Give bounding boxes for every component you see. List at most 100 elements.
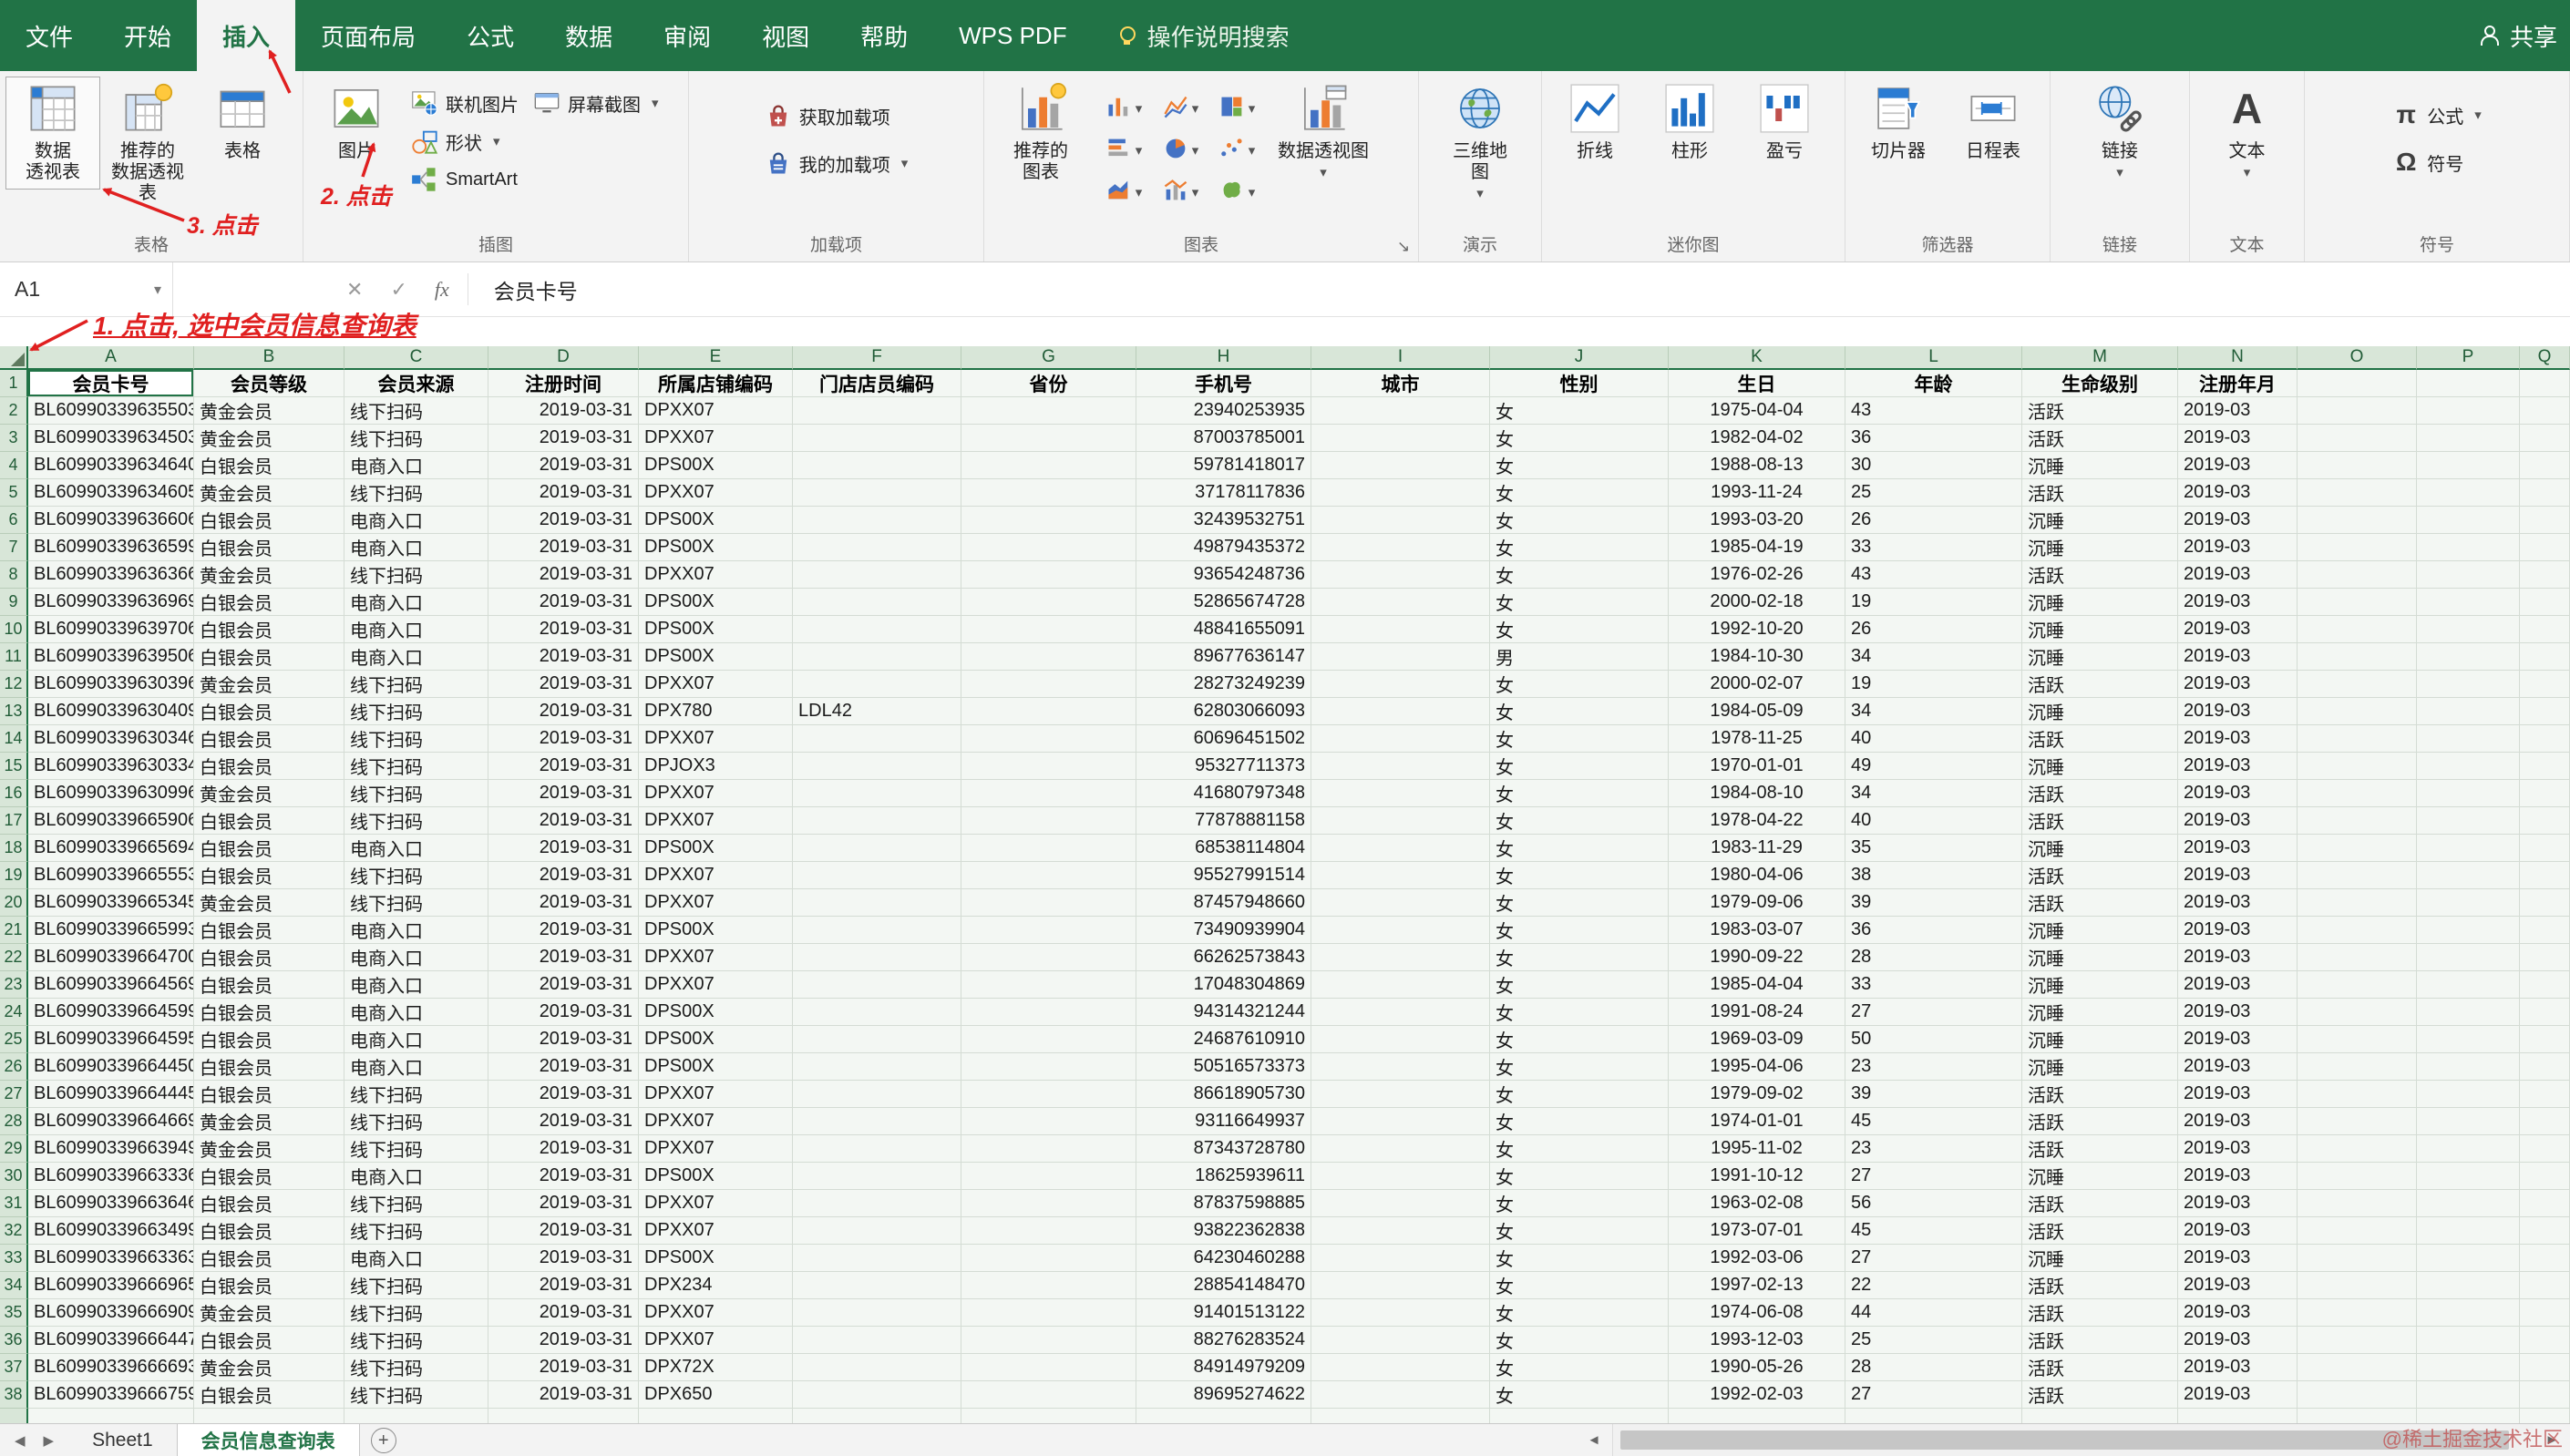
cell-Q35[interactable] (2520, 1299, 2570, 1327)
cell-O21[interactable] (2298, 917, 2417, 944)
cell-E30[interactable]: DPS00X (639, 1163, 793, 1190)
cell-A32[interactable]: BL60990339663499 (28, 1217, 194, 1245)
insert-hierarchy-chart-button[interactable]: ▾ (1208, 86, 1265, 128)
cell-C37[interactable]: 线下扫码 (344, 1354, 488, 1381)
cell-F37[interactable] (793, 1354, 961, 1381)
line-chart-dropdown-icon[interactable]: ▾ (1192, 102, 1199, 116)
cell-D28[interactable]: 2019-03-31 (488, 1108, 639, 1135)
cell-C35[interactable]: 线下扫码 (344, 1299, 488, 1327)
cell-J28[interactable]: 女 (1490, 1108, 1669, 1135)
cell-A3[interactable]: BL60990339634503 (28, 425, 194, 452)
cell-O27[interactable] (2298, 1081, 2417, 1108)
cell-C32[interactable]: 线下扫码 (344, 1217, 488, 1245)
cell-N3[interactable]: 2019-03 (2178, 425, 2298, 452)
cell-C15[interactable]: 线下扫码 (344, 753, 488, 780)
cell-G1[interactable]: 省份 (961, 370, 1136, 397)
cell-G24[interactable] (961, 999, 1136, 1026)
cell-P17[interactable] (2417, 807, 2520, 835)
cell-N10[interactable]: 2019-03 (2178, 616, 2298, 643)
cell-L13[interactable]: 34 (1845, 698, 2022, 725)
cell-Q19[interactable] (2520, 862, 2570, 889)
combo-chart-dropdown-icon[interactable]: ▾ (1192, 186, 1199, 200)
cell-A14[interactable]: BL60990339630346 (28, 725, 194, 753)
cell-B38[interactable]: 白银会员 (194, 1381, 344, 1409)
cell-B34[interactable]: 白银会员 (194, 1272, 344, 1299)
cell-L10[interactable]: 26 (1845, 616, 2022, 643)
cell-Q5[interactable] (2520, 479, 2570, 507)
cell-O[interactable] (2298, 1409, 2417, 1423)
cell-I4[interactable] (1311, 452, 1490, 479)
cell-E29[interactable]: DPXX07 (639, 1135, 793, 1163)
cell-N25[interactable]: 2019-03 (2178, 1026, 2298, 1053)
online-pictures-button[interactable]: 联机图片 (404, 87, 526, 118)
cell-B29[interactable]: 黄金会员 (194, 1135, 344, 1163)
insert-scatter-chart-button[interactable]: ▾ (1208, 128, 1265, 169)
cell-E24[interactable]: DPS00X (639, 999, 793, 1026)
cell-F19[interactable] (793, 862, 961, 889)
cell-P21[interactable] (2417, 917, 2520, 944)
cell-O13[interactable] (2298, 698, 2417, 725)
cell-M30[interactable]: 沉睡 (2022, 1163, 2178, 1190)
cell-A11[interactable]: BL60990339639506 (28, 643, 194, 671)
sparkline-line-button[interactable]: 折线 (1547, 77, 1642, 169)
cell-E3[interactable]: DPXX07 (639, 425, 793, 452)
cell-M7[interactable]: 沉睡 (2022, 534, 2178, 561)
cell-K5[interactable]: 1993-11-24 (1669, 479, 1845, 507)
cell-G38[interactable] (961, 1381, 1136, 1409)
pivottable-button[interactable]: 数据 透视表 (5, 77, 100, 190)
column-header-K[interactable]: K (1669, 346, 1845, 370)
cell-G6[interactable] (961, 507, 1136, 534)
cell-A10[interactable]: BL60990339639706 (28, 616, 194, 643)
cell-I25[interactable] (1311, 1026, 1490, 1053)
cell-F2[interactable] (793, 397, 961, 425)
cell-D25[interactable]: 2019-03-31 (488, 1026, 639, 1053)
cell-E20[interactable]: DPXX07 (639, 889, 793, 917)
cell-D30[interactable]: 2019-03-31 (488, 1163, 639, 1190)
cell-H12[interactable]: 28273249239 (1136, 671, 1311, 698)
cell-F31[interactable] (793, 1190, 961, 1217)
cell-P26[interactable] (2417, 1053, 2520, 1081)
cell-A34[interactable]: BL60990339666965 (28, 1272, 194, 1299)
cell-J27[interactable]: 女 (1490, 1081, 1669, 1108)
cell-Q1[interactable] (2520, 370, 2570, 397)
cell-H29[interactable]: 87343728780 (1136, 1135, 1311, 1163)
cell-D35[interactable]: 2019-03-31 (488, 1299, 639, 1327)
row-header-15[interactable]: 15 (0, 753, 28, 780)
cell-Q25[interactable] (2520, 1026, 2570, 1053)
cell-A31[interactable]: BL60990339663646 (28, 1190, 194, 1217)
column-header-M[interactable]: M (2022, 346, 2178, 370)
cell-B19[interactable]: 白银会员 (194, 862, 344, 889)
cell-D27[interactable]: 2019-03-31 (488, 1081, 639, 1108)
cell-M36[interactable]: 活跃 (2022, 1327, 2178, 1354)
cell-C[interactable] (344, 1409, 488, 1423)
cell-C25[interactable]: 电商入口 (344, 1026, 488, 1053)
cell-E15[interactable]: DPJOX3 (639, 753, 793, 780)
cell-N31[interactable]: 2019-03 (2178, 1190, 2298, 1217)
cell-H30[interactable]: 18625939611 (1136, 1163, 1311, 1190)
cell-G[interactable] (961, 1409, 1136, 1423)
cell-E10[interactable]: DPS00X (639, 616, 793, 643)
cell-N14[interactable]: 2019-03 (2178, 725, 2298, 753)
cell-D15[interactable]: 2019-03-31 (488, 753, 639, 780)
cell-Q8[interactable] (2520, 561, 2570, 589)
cell-F38[interactable] (793, 1381, 961, 1409)
row-header-36[interactable]: 36 (0, 1327, 28, 1354)
cell-N[interactable] (2178, 1409, 2298, 1423)
cell-B20[interactable]: 黄金会员 (194, 889, 344, 917)
cell-H18[interactable]: 68538114804 (1136, 835, 1311, 862)
cell-M2[interactable]: 活跃 (2022, 397, 2178, 425)
share-button[interactable]: 共享 (2466, 0, 2570, 71)
cell-K10[interactable]: 1992-10-20 (1669, 616, 1845, 643)
cell-C31[interactable]: 线下扫码 (344, 1190, 488, 1217)
cell-I35[interactable] (1311, 1299, 1490, 1327)
cell-C28[interactable]: 线下扫码 (344, 1108, 488, 1135)
cell-O35[interactable] (2298, 1299, 2417, 1327)
shapes-button[interactable]: 形状 ▾ (404, 126, 526, 157)
cell-Q33[interactable] (2520, 1245, 2570, 1272)
cell-F9[interactable] (793, 589, 961, 616)
cell-M29[interactable]: 活跃 (2022, 1135, 2178, 1163)
pie-chart-dropdown-icon[interactable]: ▾ (1192, 144, 1199, 158)
cell-K8[interactable]: 1976-02-26 (1669, 561, 1845, 589)
insert-column-chart-button[interactable]: ▾ (1095, 86, 1152, 128)
cell-M[interactable] (2022, 1409, 2178, 1423)
